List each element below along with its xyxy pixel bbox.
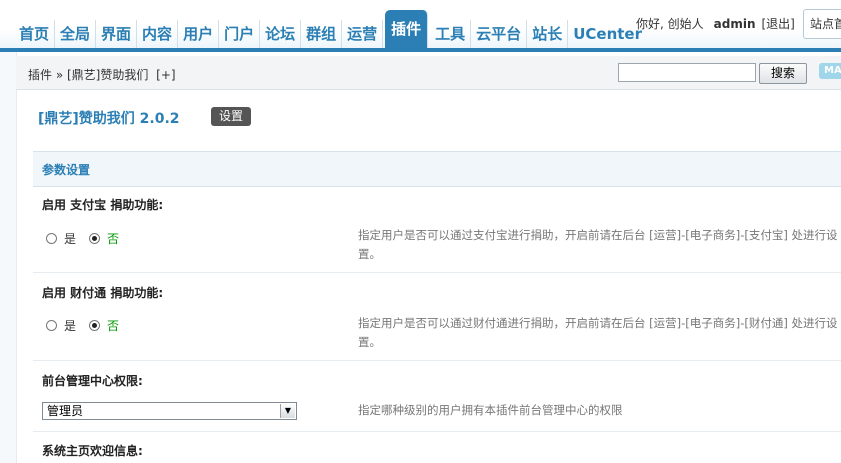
radio-label-tenpay-yes[interactable]: 是	[64, 317, 76, 334]
settings-button[interactable]: 设置	[211, 107, 252, 126]
setting-label-welcome-message: 系统主页欢迎信息:	[42, 444, 143, 458]
map-button[interactable]: MA	[819, 63, 841, 79]
nav-item-content[interactable]: 内容	[137, 20, 179, 48]
section-header: 参数设置	[33, 151, 841, 187]
chevron-down-icon[interactable]: ▼	[280, 404, 295, 418]
row-divider	[33, 272, 841, 273]
username: admin	[713, 17, 756, 31]
row-divider	[33, 431, 841, 432]
nav-item-webmaster[interactable]: 站长	[527, 20, 569, 48]
radio-alipay-yes[interactable]	[46, 233, 57, 244]
search-input[interactable]	[618, 63, 756, 82]
nav-item-cloud[interactable]: 云平台	[471, 20, 528, 48]
setting-label-alipay: 启用 支付宝 捐助功能:	[42, 198, 164, 212]
radio-tenpay-yes[interactable]	[46, 320, 57, 331]
nav-item-groups[interactable]: 群组	[301, 20, 343, 48]
breadcrumb-add-link[interactable]: [+]	[156, 68, 175, 82]
user-info: 你好, 创始人 admin [退出]	[636, 15, 795, 32]
radio-label-alipay-no[interactable]: 否	[107, 230, 119, 247]
left-strip	[0, 52, 17, 463]
nav-item-portal[interactable]: 门户	[219, 20, 261, 48]
radio-label-tenpay-no[interactable]: 否	[107, 317, 119, 334]
permission-select[interactable]: 管理员 ▼	[42, 402, 297, 420]
sub-bar: 插件 » [鼎艺]赞助我们 [+] 搜索 MA	[16, 56, 841, 90]
radio-tenpay-no[interactable]	[89, 320, 101, 331]
breadcrumb-text[interactable]: 插件 » [鼎艺]赞助我们	[28, 68, 148, 82]
main-content: [鼎艺]赞助我们 2.0.2 设置 参数设置 启用 支付宝 捐助功能: 是 否 …	[17, 90, 841, 463]
site-home-button[interactable]: 站点首	[803, 9, 841, 39]
nav-item-users[interactable]: 用户	[178, 20, 220, 48]
setting-desc-tenpay: 指定用户是否可以通过财付通进行捐助，开启前请在后台 [运营]-[电子商务]-[财…	[358, 316, 838, 349]
radio-group-tenpay: 是 否	[46, 317, 132, 334]
nav-item-tools[interactable]: 工具	[430, 20, 472, 48]
nav-item-plugins[interactable]: 插件	[385, 10, 429, 48]
section-title: 参数设置	[42, 163, 91, 177]
radio-alipay-no[interactable]	[89, 233, 101, 244]
permission-select-value: 管理员	[47, 404, 84, 418]
setting-label-admin-permission: 前台管理中心权限:	[42, 374, 143, 388]
nav-item-home[interactable]: 首页	[14, 20, 56, 48]
radio-label-alipay-yes[interactable]: 是	[64, 230, 76, 247]
page-title: [鼎艺]赞助我们 2.0.2	[38, 111, 180, 127]
nav-item-forum[interactable]: 论坛	[260, 20, 302, 48]
breadcrumb: 插件 » [鼎艺]赞助我们 [+]	[28, 66, 176, 83]
nav-item-global[interactable]: 全局	[55, 20, 97, 48]
nav-item-interface[interactable]: 界面	[96, 20, 138, 48]
logout-link[interactable]: [退出]	[762, 17, 795, 31]
main-nav: 首页 全局 界面 内容 用户 门户 论坛 群组 运营 插件 工具 云平台 站长 …	[14, 10, 647, 48]
greeting-text: 你好, 创始人	[636, 17, 704, 31]
setting-desc-admin-permission: 指定哪种级别的用户拥有本插件前台管理中心的权限	[358, 403, 623, 417]
setting-label-tenpay: 启用 财付通 捐助功能:	[42, 286, 164, 300]
row-divider	[33, 360, 841, 361]
search-button[interactable]: 搜索	[759, 63, 807, 84]
nav-item-operations[interactable]: 运营	[342, 20, 384, 48]
setting-desc-alipay: 指定用户是否可以通过支付宝进行捐助，开启前请在后台 [运营]-[电子商务]-[支…	[358, 228, 838, 261]
top-header: 首页 全局 界面 内容 用户 门户 论坛 群组 运营 插件 工具 云平台 站长 …	[0, 0, 841, 52]
radio-group-alipay: 是 否	[46, 230, 132, 247]
